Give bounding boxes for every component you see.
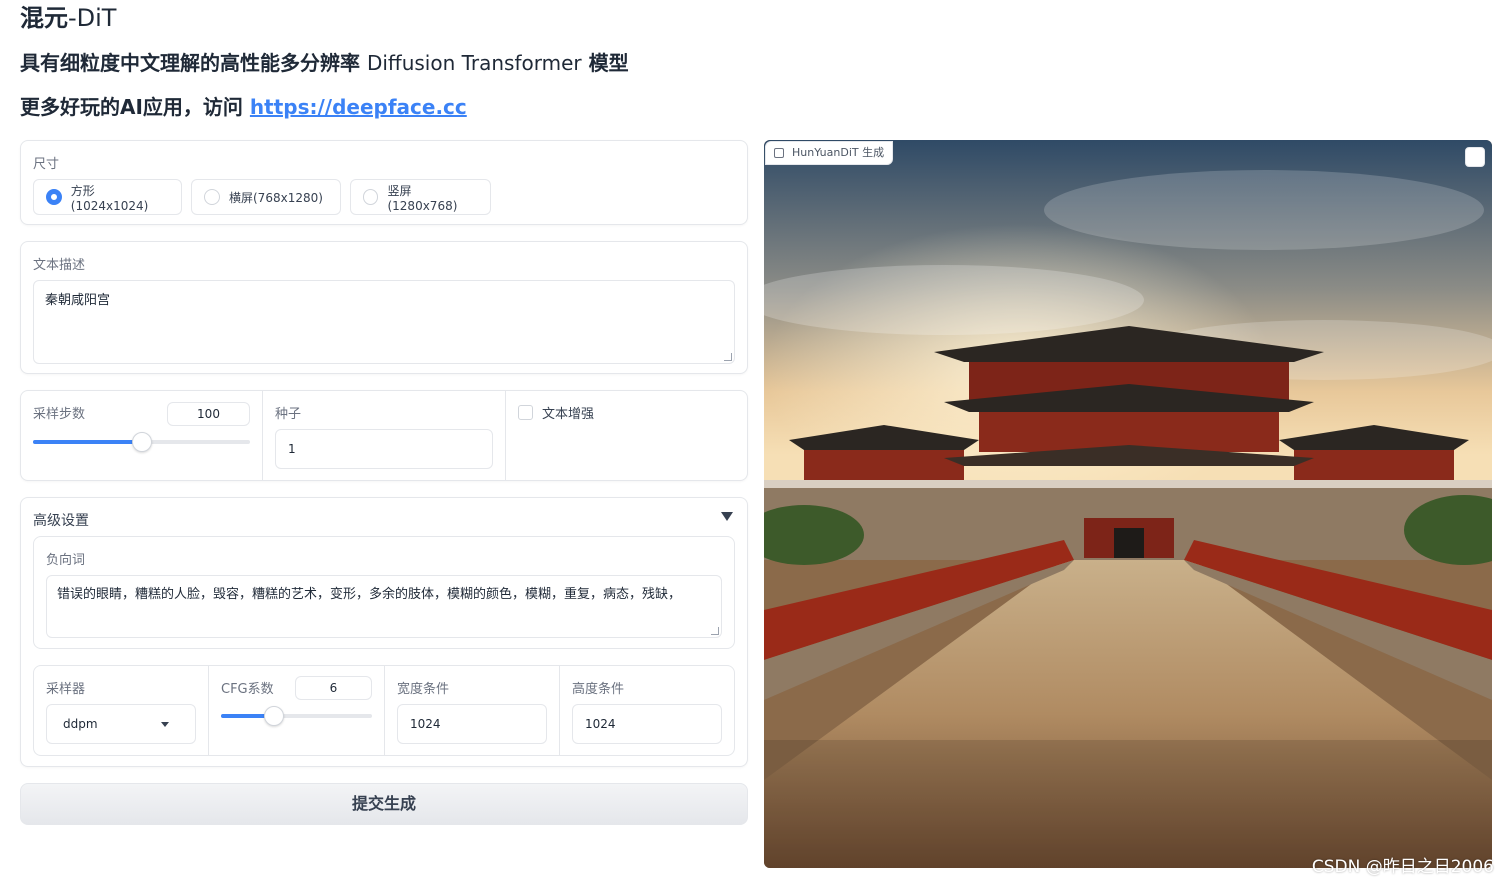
size-panel: 尺寸 方形(1024x1024) 横屏(768x1280) 竖屏(1280x76… <box>20 140 748 225</box>
description-textarea[interactable]: 秦朝咸阳宫 <box>33 280 735 364</box>
cfg-slider-thumb[interactable] <box>263 706 284 726</box>
advanced-params-row: 采样器 ddpm CFG系数 6 宽度条件 1024 高度条件 1024 <box>33 665 735 756</box>
height-label: 高度条件 <box>572 682 625 697</box>
size-option-label: 方形(1024x1024) <box>70 183 149 213</box>
parameters-row: 采样步数 100 种子 1 文本增强 <box>20 390 748 481</box>
watermark-text: CSDN @昨日之日2006 <box>1311 857 1494 877</box>
steps-slider-fill <box>33 440 142 444</box>
size-option-square[interactable]: 方形(1024x1024) <box>33 179 182 215</box>
size-option-label: 竖屏(1280x768) <box>387 183 458 213</box>
radio-icon <box>363 189 379 205</box>
advanced-settings-panel: 高级设置 负向词 错误的眼睛，糟糕的人脸，毁容，糟糕的艺术，变形，多余的肢体，模… <box>20 497 748 767</box>
cfg-number-input[interactable]: 6 <box>295 676 372 700</box>
size-label: 尺寸 <box>33 157 60 172</box>
steps-slider[interactable] <box>33 432 250 452</box>
negative-prompt-textarea[interactable]: 错误的眼睛，糟糕的人脸，毁容，糟糕的艺术，变形，多余的肢体，模糊的颜色，模糊，重… <box>46 575 722 638</box>
image-badge-text: HunYuanDiT 生成 <box>792 146 885 159</box>
steps-cell: 采样步数 100 <box>21 391 263 480</box>
size-option-portrait[interactable]: 竖屏(1280x768) <box>350 179 491 215</box>
width-cell: 宽度条件 1024 <box>385 666 560 755</box>
image-icon <box>774 148 784 158</box>
cfg-label: CFG系数 <box>221 682 274 697</box>
sampler-label: 采样器 <box>46 682 86 697</box>
enhance-cell: 文本增强 <box>506 391 747 480</box>
header: 混元-DiT 具有细粒度中文理解的高性能多分辨率 Diffusion Trans… <box>20 0 920 122</box>
radio-selected-icon <box>46 189 62 205</box>
cfg-slider[interactable] <box>221 706 372 726</box>
width-label: 宽度条件 <box>397 682 450 697</box>
size-radio-group: 方形(1024x1024) 横屏(768x1280) 竖屏(1280x768) <box>33 179 491 215</box>
visit-text: 更多好玩的AI应用，访问 <box>20 95 243 119</box>
subtitle: 具有细粒度中文理解的高性能多分辨率 Diffusion Transformer … <box>20 48 920 78</box>
resize-handle-icon[interactable] <box>724 353 732 361</box>
seed-input[interactable]: 1 <box>275 429 493 469</box>
visit-line: 更多好玩的AI应用，访问 https://deepface.cc <box>20 92 920 122</box>
cfg-cell: CFG系数 6 <box>209 666 385 755</box>
height-cell: 高度条件 1024 <box>560 666 734 755</box>
download-icon[interactable] <box>1465 147 1485 167</box>
description-label: 文本描述 <box>33 258 86 273</box>
subtitle-en: Diffusion Transformer <box>366 51 582 75</box>
steps-label: 采样步数 <box>33 407 86 422</box>
size-option-label: 横屏(768x1280) <box>229 190 323 205</box>
negative-prompt-label: 负向词 <box>46 553 86 568</box>
image-label-badge: HunYuanDiT 生成 <box>765 141 894 165</box>
radio-icon <box>204 189 220 205</box>
subtitle-tail: 模型 <box>588 51 629 75</box>
sampler-value: ddpm <box>63 717 98 731</box>
sampler-select[interactable]: ddpm <box>46 704 196 744</box>
app-title-sub: -DiT <box>68 4 117 32</box>
subtitle-cn: 具有细粒度中文理解的高性能多分辨率 <box>20 51 360 75</box>
size-option-landscape[interactable]: 横屏(768x1280) <box>191 179 341 215</box>
enhance-checkbox[interactable] <box>518 405 533 420</box>
advanced-settings-toggle[interactable]: 高级设置 <box>33 510 89 530</box>
collapse-arrow-icon[interactable] <box>721 512 733 521</box>
negative-prompt-value: 错误的眼睛，糟糕的人脸，毁容，糟糕的艺术，变形，多余的肢体，模糊的颜色，模糊，重… <box>57 587 682 602</box>
enhance-label: 文本增强 <box>542 407 595 422</box>
chevron-down-icon <box>161 722 169 727</box>
submit-button[interactable]: 提交生成 <box>20 783 748 825</box>
description-panel: 文本描述 秦朝咸阳宫 <box>20 241 748 374</box>
seed-cell: 种子 1 <box>263 391 506 480</box>
app-title: 混元-DiT <box>20 0 920 36</box>
deepface-link[interactable]: https://deepface.cc <box>250 95 467 119</box>
app-title-main: 混元 <box>20 4 68 32</box>
description-value: 秦朝咸阳宫 <box>45 293 111 308</box>
steps-number-input[interactable]: 100 <box>167 402 250 426</box>
palace-illustration <box>764 140 1492 868</box>
height-input[interactable]: 1024 <box>572 704 722 744</box>
resize-handle-icon[interactable] <box>711 627 719 635</box>
width-input[interactable]: 1024 <box>397 704 547 744</box>
seed-label: 种子 <box>275 407 302 422</box>
negative-prompt-panel: 负向词 错误的眼睛，糟糕的人脸，毁容，糟糕的艺术，变形，多余的肢体，模糊的颜色，… <box>33 536 735 649</box>
sampler-cell: 采样器 ddpm <box>34 666 209 755</box>
steps-slider-thumb[interactable] <box>131 432 152 452</box>
generated-image <box>764 140 1492 868</box>
